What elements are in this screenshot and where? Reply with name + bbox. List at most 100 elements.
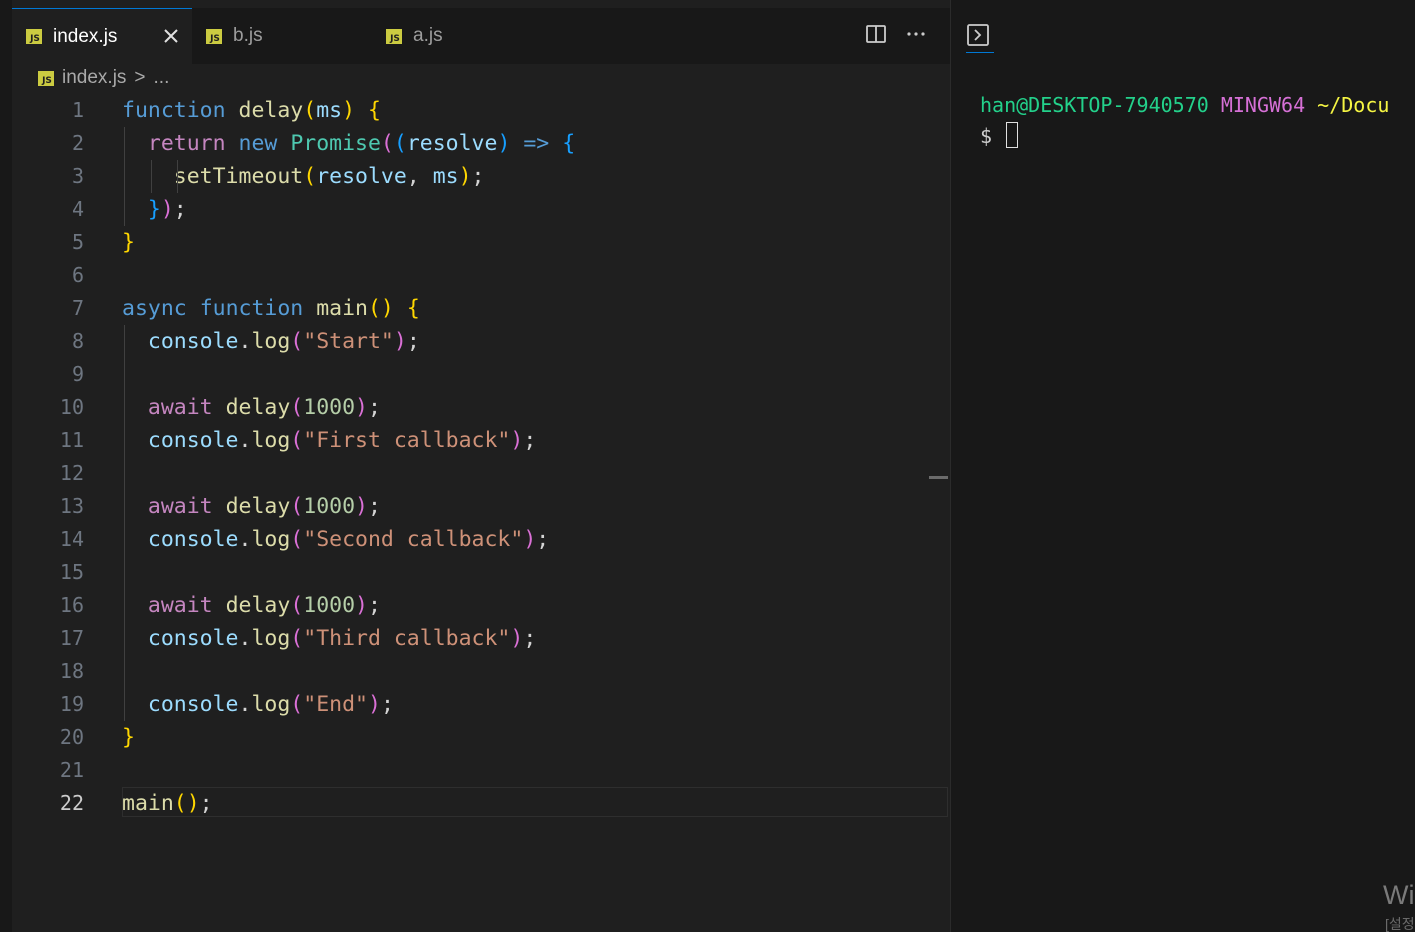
code-text: } xyxy=(122,226,135,259)
code-token: { xyxy=(406,296,420,321)
code-token: log xyxy=(251,527,291,552)
code-token: ms xyxy=(316,98,343,123)
code-line[interactable]: 21 xyxy=(12,754,948,787)
code-token: "Start" xyxy=(303,329,394,354)
code-token: "End" xyxy=(303,692,368,717)
close-icon[interactable] xyxy=(160,25,182,47)
code-token: ; xyxy=(173,197,187,222)
breadcrumb-more[interactable]: ... xyxy=(154,67,170,89)
tab-index-js[interactable]: JS index.js xyxy=(12,8,192,64)
code-token: ( xyxy=(303,98,317,123)
code-line[interactable]: 9 xyxy=(12,358,948,391)
overview-ruler-cursor xyxy=(929,476,948,479)
code-line[interactable]: 22 main(); xyxy=(12,787,948,820)
terminal-output[interactable]: han@DESKTOP-7940570 MINGW64 ~/Docu $ xyxy=(980,90,1415,152)
code-token: ) xyxy=(523,527,537,552)
code-token: ) xyxy=(160,197,174,222)
code-line[interactable]: 16 await delay(1000); xyxy=(12,589,948,622)
code-token: log xyxy=(251,626,291,651)
code-line[interactable]: 2 return new Promise((resolve) => { xyxy=(12,127,948,160)
split-editor-button[interactable] xyxy=(864,22,888,46)
line-number: 5 xyxy=(71,230,84,254)
code-token: 1000 xyxy=(303,593,356,618)
breadcrumb-file[interactable]: index.js xyxy=(62,67,126,89)
more-actions-button[interactable] xyxy=(904,22,928,46)
code-line[interactable]: 8 console.log("Start"); xyxy=(12,325,948,358)
code-token: . xyxy=(238,692,252,717)
code-line[interactable]: 6 xyxy=(12,259,948,292)
code-token: log xyxy=(251,692,291,717)
code-token: { xyxy=(368,98,381,123)
code-text: async function main() { xyxy=(122,292,420,325)
code-line[interactable]: 14 console.log("Second callback"); xyxy=(12,523,948,556)
js-file-icon: JS xyxy=(26,29,42,44)
code-token: ( xyxy=(290,692,304,717)
code-token: ; xyxy=(523,428,537,453)
terminal-tab[interactable] xyxy=(966,22,994,53)
code-token: ( xyxy=(290,329,304,354)
code-token: setTimeout xyxy=(173,164,304,189)
current-line-highlight xyxy=(122,787,948,817)
line-number: 7 xyxy=(71,296,84,320)
line-number: 2 xyxy=(71,131,84,155)
code-token: ; xyxy=(471,164,485,189)
code-line[interactable]: 4 }); xyxy=(12,193,948,226)
editor-tabbar: JS index.js JS b.js JS a.js xyxy=(12,8,950,64)
code-token: ; xyxy=(368,395,381,420)
code-token: ms xyxy=(432,164,459,189)
code-line[interactable]: 18 xyxy=(12,655,948,688)
code-line[interactable]: 5} xyxy=(12,226,948,259)
code-token: delay xyxy=(225,593,291,618)
code-text: await delay(1000); xyxy=(122,589,381,622)
tab-label: index.js xyxy=(53,25,118,47)
code-line[interactable]: 19 console.log("End"); xyxy=(12,688,948,721)
line-number: 20 xyxy=(59,725,84,749)
code-line[interactable]: 3 setTimeout(resolve, ms); xyxy=(12,160,948,193)
code-token: resolve xyxy=(316,164,407,189)
code-editor[interactable]: 1 function delay(ms) {2 return new Promis… xyxy=(12,94,948,932)
code-token: new xyxy=(238,131,278,156)
line-number: 22 xyxy=(59,791,84,815)
line-number: 1 xyxy=(71,98,84,122)
code-line[interactable]: 13 await delay(1000); xyxy=(12,490,948,523)
code-token: ; xyxy=(199,791,213,816)
code-text: function delay(ms) { xyxy=(122,94,381,127)
code-line[interactable]: 20} xyxy=(12,721,948,754)
code-text: return new Promise((resolve) => { xyxy=(122,127,575,160)
line-number: 14 xyxy=(59,527,84,551)
tab-a-js[interactable]: JS a.js xyxy=(372,8,552,64)
code-token: ( xyxy=(290,428,304,453)
line-number: 19 xyxy=(59,692,84,716)
code-line[interactable]: 17 console.log("Third callback"); xyxy=(12,622,948,655)
js-file-icon: JS xyxy=(206,28,222,44)
line-number: 21 xyxy=(59,758,84,782)
code-line[interactable]: 11 console.log("First callback"); xyxy=(12,424,948,457)
activation-watermark-sub: [설정 xyxy=(1385,916,1415,932)
tab-b-js[interactable]: JS b.js xyxy=(192,8,372,64)
code-line[interactable]: 15 xyxy=(12,556,948,589)
code-token: ( xyxy=(290,395,304,420)
code-line[interactable]: 10 await delay(1000); xyxy=(12,391,948,424)
code-token: { xyxy=(562,131,576,156)
activity-strip xyxy=(0,0,12,932)
code-line[interactable]: 12 xyxy=(12,457,948,490)
code-token: ; xyxy=(406,329,420,354)
code-line[interactable]: 1 function delay(ms) { xyxy=(12,94,948,127)
breadcrumb-separator: > xyxy=(134,67,146,88)
code-line[interactable]: 7 async function main() { xyxy=(12,292,948,325)
terminal-cursor xyxy=(1006,122,1019,148)
line-number: 9 xyxy=(71,362,84,386)
line-number: 10 xyxy=(59,395,84,419)
code-token: log xyxy=(251,428,291,453)
code-token: await xyxy=(147,395,213,420)
line-number: 15 xyxy=(59,560,84,584)
code-token: () xyxy=(367,296,394,321)
